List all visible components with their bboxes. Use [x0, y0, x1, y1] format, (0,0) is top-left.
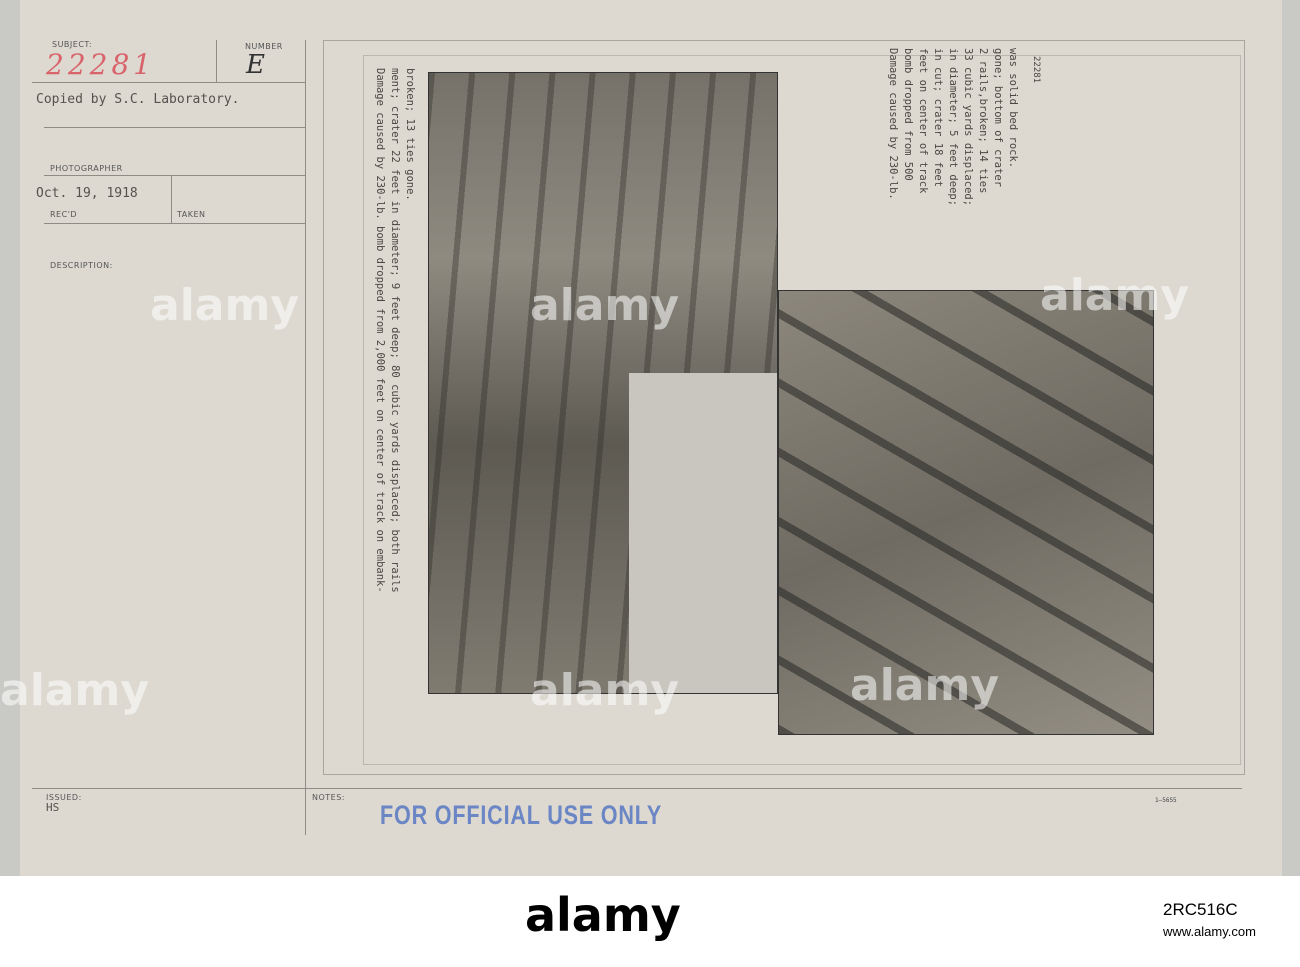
sky	[629, 373, 777, 693]
divider	[32, 82, 306, 83]
divider	[171, 176, 172, 223]
watermark: alamy	[150, 280, 299, 331]
issued-value: HS	[46, 801, 60, 814]
alamy-logo: alamy	[525, 888, 681, 942]
watermark: alamy	[530, 280, 679, 331]
official-use-stamp: FOR OFFICIAL USE ONLY	[380, 800, 663, 830]
number-value: E	[246, 50, 265, 80]
divider	[44, 175, 306, 176]
divider	[216, 40, 217, 82]
background-edge	[1282, 0, 1300, 876]
photo-number: 22281	[1031, 56, 1041, 84]
watermark: alamy	[1040, 270, 1189, 321]
subject-number: 22281	[46, 48, 156, 81]
recd-label: REC'D	[50, 210, 78, 219]
divider	[44, 223, 306, 224]
description-label: DESCRIPTION:	[50, 261, 113, 270]
left-photo-caption: Damage caused by 230-lb. bomb dropped fr…	[374, 68, 416, 593]
site-url[interactable]: www.alamy.com	[1163, 924, 1256, 939]
divider	[44, 127, 306, 128]
divider	[32, 788, 1242, 789]
left-photo-track-embankment	[428, 72, 778, 694]
form-number: 1—5655	[1155, 797, 1177, 804]
photographer-label: PHOTOGRAPHER	[50, 164, 123, 173]
notes-label: NOTES:	[312, 793, 345, 802]
image-id: 2RC516C	[1163, 900, 1238, 919]
watermark: alamy	[530, 665, 679, 716]
copied-by-text: Copied by S.C. Laboratory.	[36, 92, 240, 107]
divider	[305, 40, 306, 835]
right-photo-caption: Damage caused by 230-lb. bomb dropped fr…	[887, 48, 1019, 207]
background-edge	[0, 0, 20, 876]
watermark: alamy	[0, 665, 149, 716]
watermark: alamy	[850, 660, 999, 711]
taken-label: TAKEN	[177, 210, 206, 219]
received-date: Oct. 19, 1918	[36, 186, 138, 201]
